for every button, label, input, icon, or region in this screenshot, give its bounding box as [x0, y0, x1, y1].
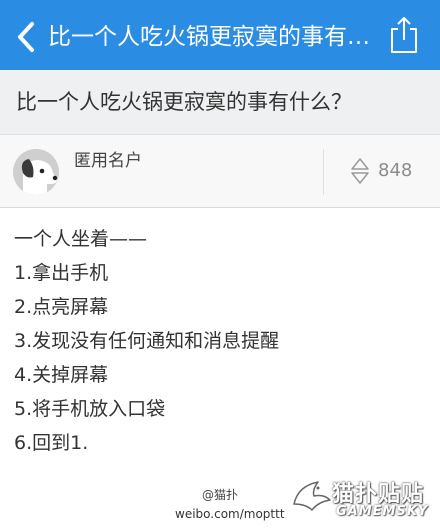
question-title[interactable]: 比一个人吃火锅更寂寞的事有什么？ — [16, 84, 352, 120]
watermark-logo: 猫扑贴贴 GAMEMSKY — [286, 472, 436, 526]
answer-line: 5.将手机放入口袋 — [14, 398, 166, 420]
answer-line: 6.回到1. — [14, 432, 89, 454]
answer-line: 4.关掉屏幕 — [14, 364, 109, 386]
answer-line: 一个人坐着—— — [14, 228, 148, 250]
watermark-logo-subtext: GAMEMSKY — [336, 504, 429, 519]
answer-line: 2.点亮屏幕 — [14, 296, 109, 318]
watermark-handle: @猫扑 — [202, 488, 239, 502]
bird-logo-icon — [293, 481, 331, 511]
back-button[interactable] — [12, 20, 40, 54]
watermark-url: weibo.com/mopttt — [175, 507, 285, 521]
vote-button[interactable]: 848 — [324, 135, 440, 207]
answer-line: 3.发现没有任何通知和消息提醒 — [14, 330, 280, 352]
answer-author-bar: 匿用名户 848 — [0, 135, 440, 208]
vote-arrows-icon — [351, 158, 369, 184]
author-name[interactable]: 匿用名户 — [74, 149, 142, 173]
chevron-left-icon — [18, 22, 34, 52]
avatar[interactable] — [13, 149, 59, 195]
share-button[interactable] — [388, 14, 420, 56]
vote-count: 848 — [378, 160, 413, 181]
answer-line: 1.拿出手机 — [14, 262, 109, 284]
navigation-bar: 比一个人吃火锅更寂寞的事有… — [0, 0, 440, 70]
anonymous-dog-avatar-icon — [13, 149, 59, 195]
share-icon — [391, 17, 417, 53]
question-header: 比一个人吃火锅更寂寞的事有什么？ — [0, 70, 440, 135]
nav-title: 比一个人吃火锅更寂寞的事有… — [48, 24, 370, 50]
answer-content: 一个人坐着—— 1.拿出手机 2.点亮屏幕 3.发现没有任何通知和消息提醒 4.… — [14, 222, 424, 460]
